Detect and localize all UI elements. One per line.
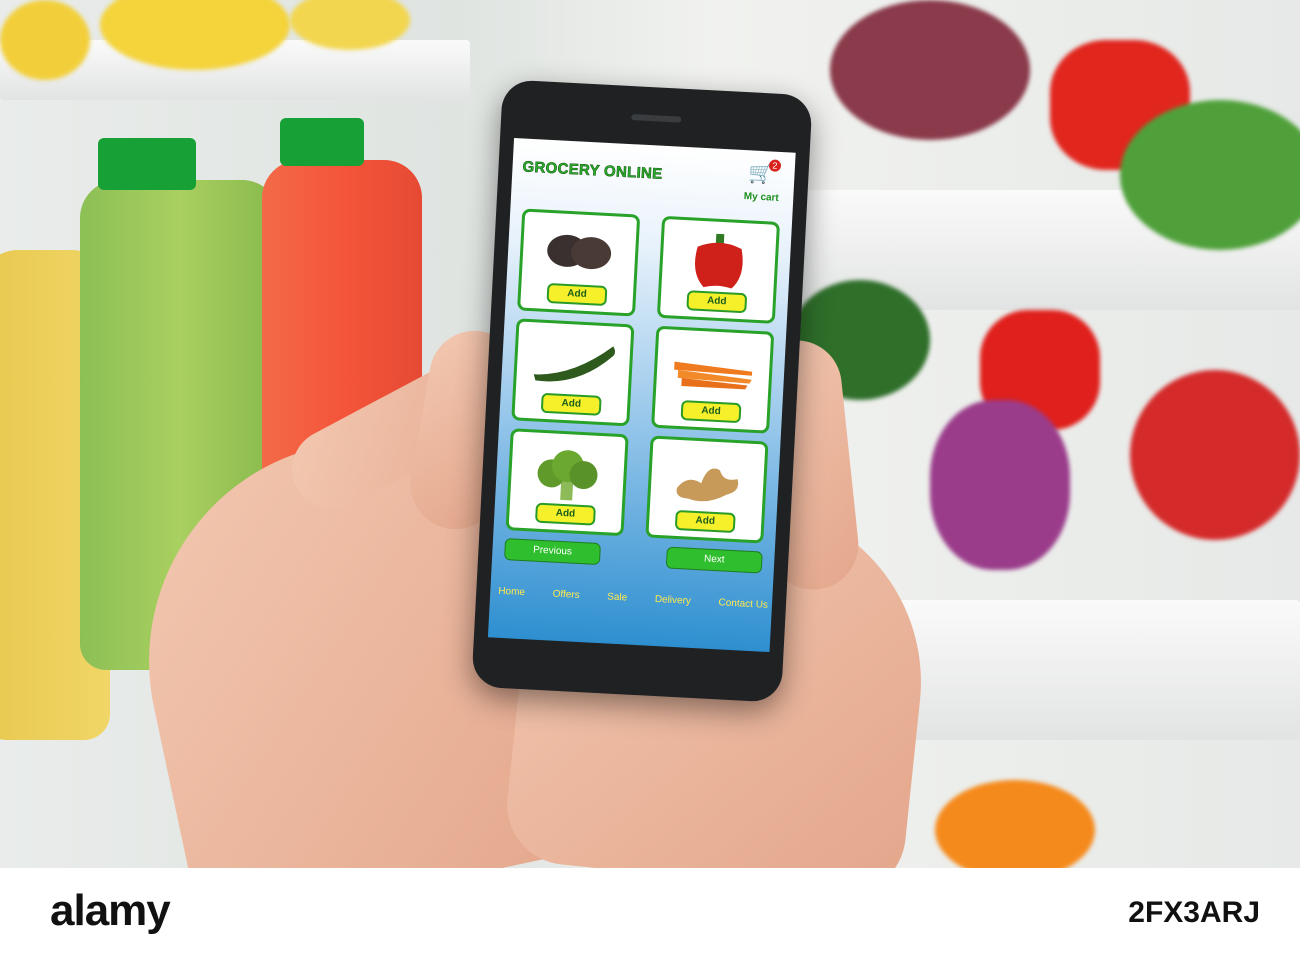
grapes [830,0,1030,140]
watermark-bar [0,868,1300,956]
nav-sale[interactable]: Sale [607,591,628,603]
product-grid: Add Add Add Add Add Add [505,208,781,544]
product-card-carrots[interactable]: Add [651,325,775,434]
product-card-cucumber[interactable]: Add [511,318,635,427]
lemon [0,0,90,80]
avocado-image [547,234,612,270]
bottom-nav: Home Offers Sale Delivery Contact Us [498,586,768,611]
broccoli-image [537,450,598,501]
carrots-image [674,361,753,390]
alamy-logo: alamy [50,886,171,935]
my-cart-button[interactable]: 🛒 2 My cart [741,158,783,204]
cart-count-badge: 2 [768,159,782,172]
shelf-right-bottom [880,600,1300,740]
red-pepper-image [695,233,743,289]
product-card-red-pepper[interactable]: Add [656,215,781,324]
product-card-avocado[interactable]: Add [517,208,641,317]
add-button-cucumber[interactable]: Add [540,392,602,416]
bottle-cap [98,138,196,190]
nav-contact-us[interactable]: Contact Us [718,597,768,611]
phone-speaker [631,114,682,123]
add-button-ginger[interactable]: Add [674,509,736,534]
smartphone: GROCERY ONLINE 🛒 2 My cart Add Add Add A… [471,79,813,703]
app-header: GROCERY ONLINE 🛒 2 My cart [521,146,785,204]
add-button-broccoli[interactable]: Add [534,502,596,526]
app-title: GROCERY ONLINE [522,158,663,183]
image-code: 2FX3ARJ [1128,896,1260,929]
nav-offers[interactable]: Offers [552,589,580,601]
bottle-cap [280,118,364,166]
product-card-broccoli[interactable]: Add [505,428,629,537]
next-button[interactable]: Next [665,546,763,574]
add-button-carrots[interactable]: Add [680,400,742,424]
grocery-app-screen: GROCERY ONLINE 🛒 2 My cart Add Add Add A… [487,137,796,653]
nav-delivery[interactable]: Delivery [655,594,692,607]
cucumber-image [533,346,616,382]
pagination: Previous Next [503,538,763,574]
nav-home[interactable]: Home [498,586,525,598]
product-card-ginger[interactable]: Add [645,435,769,544]
cart-label: My cart [743,191,780,204]
add-button-red-pepper[interactable]: Add [686,290,748,314]
previous-button[interactable]: Previous [503,538,601,566]
eggplant [930,400,1070,570]
orange [935,780,1095,868]
ginger-image [676,468,739,502]
add-button-avocado[interactable]: Add [546,282,608,307]
tomatoes [1130,370,1300,540]
